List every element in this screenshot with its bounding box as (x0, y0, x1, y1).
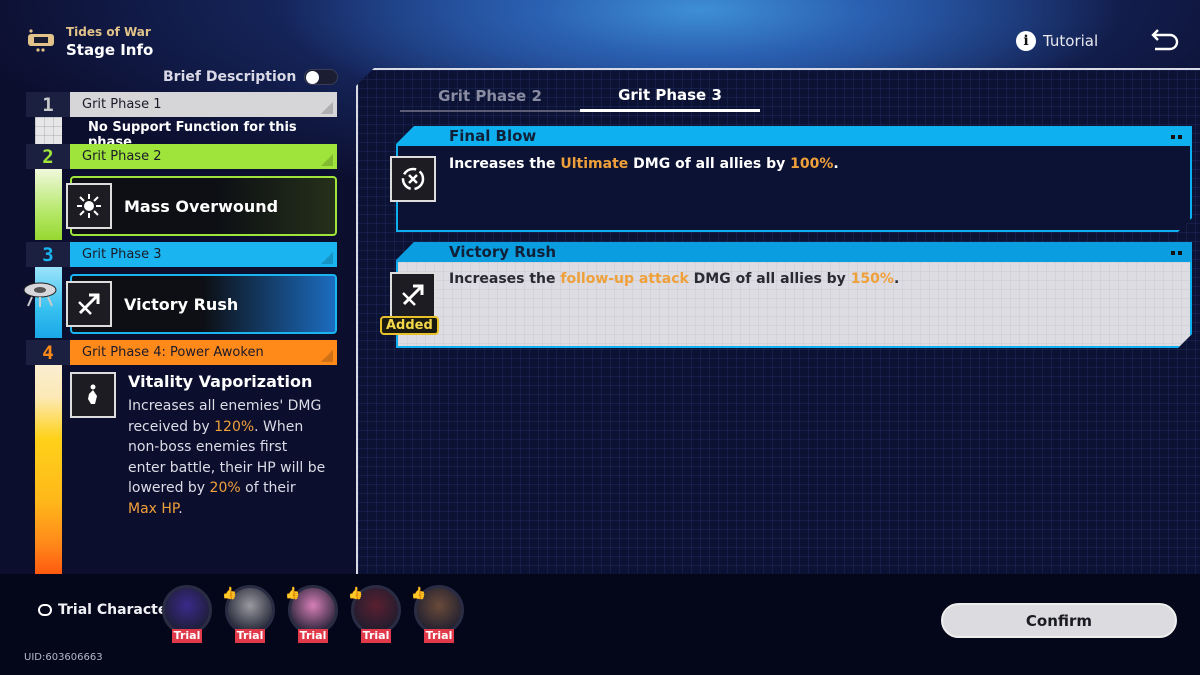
back-icon[interactable] (1146, 26, 1180, 56)
page-title: Stage Info (66, 41, 154, 59)
effect-title: Final Blow (396, 126, 1192, 146)
phase-header-4[interactable]: 4 Grit Phase 4: Power Awoken (26, 340, 337, 365)
phase-strip-1 (35, 117, 62, 144)
phase-number-1: 1 (26, 92, 70, 117)
ability-card-victory-rush[interactable]: Victory Rush (66, 274, 337, 334)
confirm-button[interactable]: Confirm (941, 603, 1177, 638)
brief-description-toggle[interactable] (304, 69, 339, 85)
ability-card-mass-overwound[interactable]: Mass Overwound (66, 176, 337, 236)
effect-description: Increases the follow-up attack DMG of al… (449, 271, 900, 287)
dots-decoration (1171, 135, 1182, 139)
trial-character-label: Trial Character (38, 602, 174, 618)
phase-label-1: Grit Phase 1 (70, 92, 337, 117)
tutorial-label: Tutorial (1043, 32, 1099, 50)
target-swirl-icon (390, 156, 436, 202)
stage-info-screen: Tides of War Stage Info i Tutorial Brief… (0, 0, 1200, 675)
trial-tag: Trial (298, 629, 328, 643)
event-name: Tides of War (66, 25, 151, 39)
trial-tag: Trial (361, 629, 391, 643)
phase-header-3[interactable]: 3 Grit Phase 3 (26, 242, 337, 267)
thumbs-up-icon: 👍 (285, 586, 300, 600)
current-phase-marker-icon (23, 282, 57, 307)
effect-card-final-blow: Final Blow (396, 126, 1192, 232)
trial-tag: Trial (235, 629, 265, 643)
phase-header-2[interactable]: 2 Grit Phase 2 (26, 144, 337, 169)
arrow-swirl-icon (66, 281, 112, 327)
phase-number-4: 4 (26, 340, 70, 365)
thumbs-up-icon: 👍 (411, 586, 426, 600)
phase-number-3: 3 (26, 242, 70, 267)
phase-label-2: Grit Phase 2 (70, 144, 337, 169)
ability-description: Increases all enemies' DMG received by 1… (128, 398, 326, 517)
thumbs-up-icon: 👍 (348, 586, 363, 600)
arrow-swirl-icon (390, 272, 436, 318)
phase-number-2: 2 (26, 144, 70, 169)
ability-name: Mass Overwound (124, 196, 279, 216)
trial-tag: Trial (172, 629, 202, 643)
phase-header-1[interactable]: 1 Grit Phase 1 (26, 92, 337, 117)
phase-tabs: Grit Phase 2 Grit Phase 3 (400, 80, 760, 112)
effect-card-victory-rush: Victory Rush (396, 242, 1192, 348)
flame-icon (70, 372, 116, 418)
phase-detail-panel: Grit Phase 2 Grit Phase 3 Final Blow Inc… (356, 68, 1200, 574)
phase-strip-2 (35, 169, 62, 240)
chat-bubble-icon (38, 604, 52, 616)
phase-strip-4 (35, 365, 62, 574)
dots-decoration (1171, 251, 1182, 255)
trial-tag: Trial (424, 629, 454, 643)
ability-name: Victory Rush (124, 294, 239, 314)
phase-label-3: Grit Phase 3 (70, 242, 337, 267)
ability-name: Vitality Vaporization (128, 372, 313, 391)
info-icon: i (1016, 31, 1036, 51)
grit-phase-list: 1 Grit Phase 1 No Support Function for t… (23, 92, 338, 574)
trial-character-avatar[interactable] (162, 585, 212, 635)
brief-description-label: Brief Description (163, 69, 297, 85)
brief-description-toggle-row: Brief Description (163, 69, 339, 85)
phase-label-4: Grit Phase 4: Power Awoken (70, 340, 337, 365)
added-badge: Added (380, 316, 439, 335)
tab-grit-phase-2[interactable]: Grit Phase 2 (400, 80, 580, 112)
uid-label: UID:603606663 (24, 652, 103, 663)
tutorial-button[interactable]: i Tutorial (1016, 31, 1098, 51)
tab-grit-phase-3[interactable]: Grit Phase 3 (580, 80, 760, 112)
burst-icon (66, 183, 112, 229)
effect-description: Increases the Ultimate DMG of all allies… (449, 156, 839, 172)
thumbs-up-icon: 👍 (222, 586, 237, 600)
effect-title: Victory Rush (396, 242, 1192, 262)
handheld-console-icon (28, 29, 54, 52)
